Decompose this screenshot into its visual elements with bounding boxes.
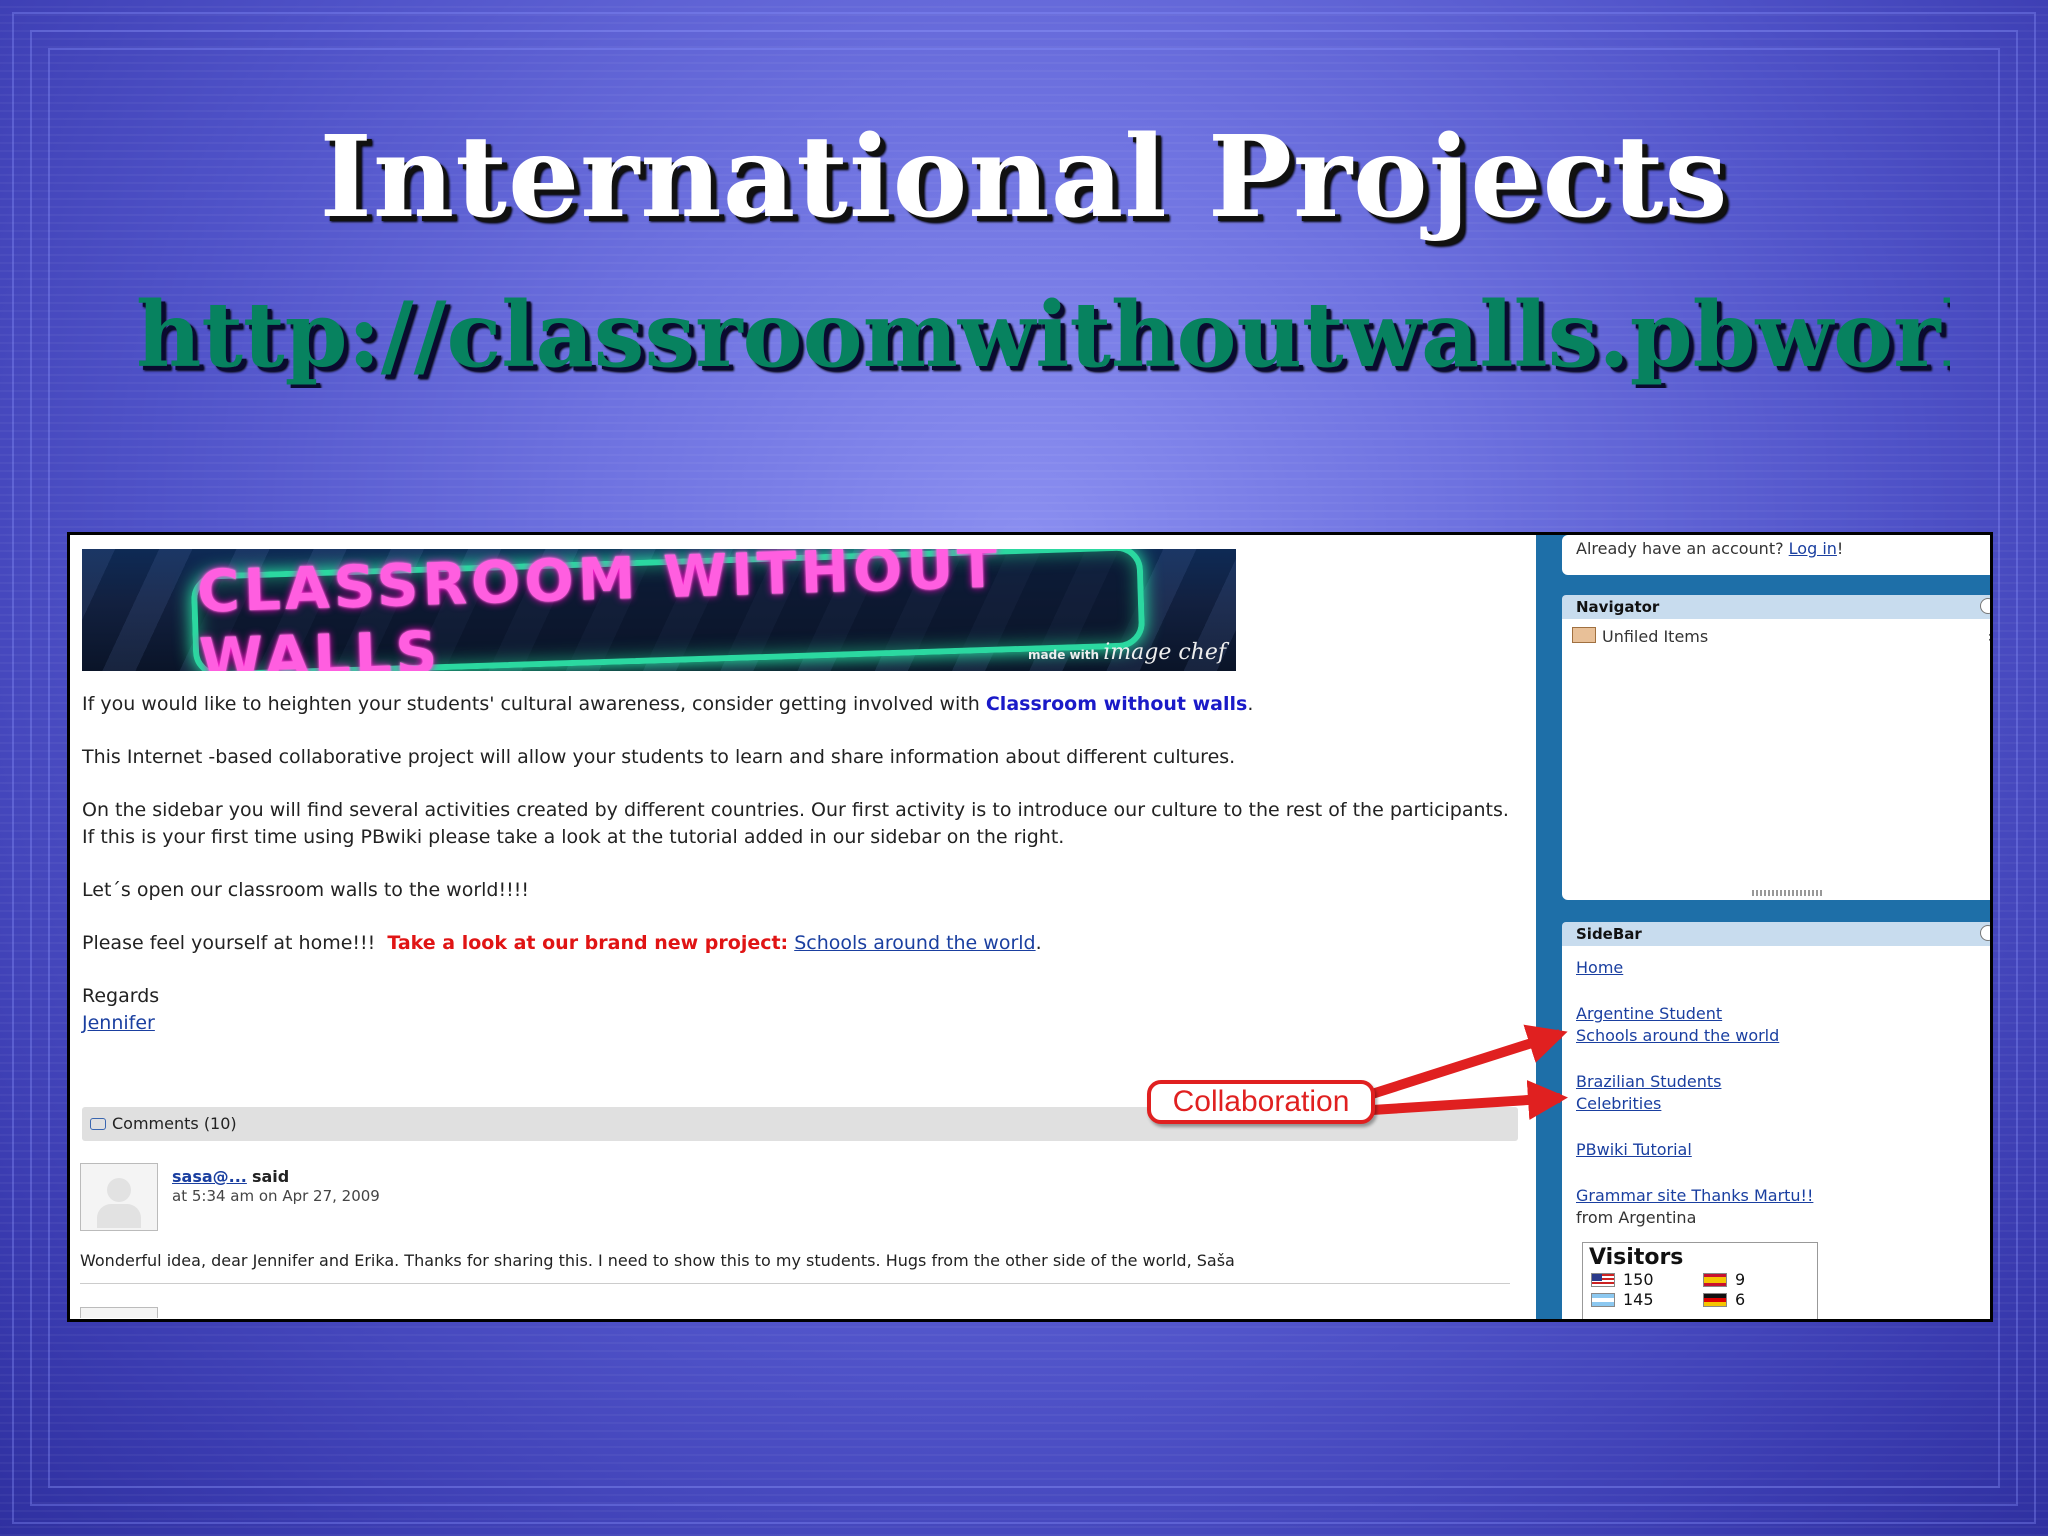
navigator-header: Navigator — [1562, 595, 1990, 619]
argentina-flag-icon — [1591, 1293, 1615, 1307]
schools-around-world-link[interactable]: Schools around the world — [794, 932, 1035, 954]
jennifer-link[interactable]: Jennifer — [82, 1012, 155, 1034]
sidebar: Already have an account? Log in! Navigat… — [1536, 535, 1990, 1319]
sidebar-link-celebrities[interactable]: Celebrities — [1576, 1094, 1661, 1113]
chevron-right-icon[interactable]: › — [1988, 627, 1990, 646]
visitor-count-spain: 9 — [1735, 1270, 1746, 1289]
sidebar-link-schools-around-world[interactable]: Schools around the world — [1576, 1026, 1779, 1045]
comment-meta: sasa@... said at 5:34 am on Apr 27, 2009 — [172, 1167, 380, 1206]
activities-text: On the sidebar you will find several act… — [82, 799, 1509, 821]
visitors-title: Visitors — [1589, 1245, 1684, 1270]
banner-credit-prefix: made with — [1028, 648, 1100, 662]
project-paragraph: This Internet -based collaborative proje… — [82, 746, 1236, 768]
collapse-icon[interactable] — [1980, 598, 1990, 614]
comment-divider — [80, 1283, 1510, 1284]
visitors-widget: Visitors 150 145 9 6 — [1582, 1242, 1818, 1319]
page-content: If you would like to heighten your stude… — [82, 691, 1582, 1063]
login-link[interactable]: Log in — [1789, 539, 1837, 558]
sidebar-link-pbwiki-tutorial[interactable]: PBwiki Tutorial — [1576, 1140, 1692, 1159]
intro-paragraph: If you would like to heighten your stude… — [82, 691, 1582, 718]
tutorial-paragraph: If this is your first time using PBwiki … — [82, 826, 1065, 848]
collapse-icon[interactable] — [1980, 925, 1990, 941]
intro-text: If you would like to heighten your stude… — [82, 693, 986, 715]
website-screenshot: CLASSROOM WITHOUT WALLS made with image … — [67, 532, 1993, 1322]
navigator-title: Navigator — [1576, 598, 1660, 616]
sidebar-panel: SideBar Home Argentine Student Schools a… — [1562, 922, 1990, 1319]
banner-credit: made with image chef — [1028, 640, 1226, 665]
visitor-count-us: 150 — [1623, 1270, 1654, 1289]
home-end: . — [1035, 932, 1042, 954]
comment-said: said — [251, 1167, 290, 1186]
account-text: Already have an account? — [1576, 539, 1789, 558]
slide-title: International Projects — [319, 112, 1729, 243]
navigator-panel: Navigator Unfiled Items › — [1562, 595, 1990, 900]
account-panel: Already have an account? Log in! — [1562, 535, 1990, 575]
from-argentina-text: from Argentina — [1576, 1208, 1697, 1227]
sidebar-link-home[interactable]: Home — [1576, 958, 1623, 977]
sidebar-title: SideBar — [1576, 925, 1642, 943]
spain-flag-icon — [1703, 1273, 1727, 1287]
intro-end: . — [1247, 693, 1254, 715]
avatar — [80, 1163, 158, 1231]
avatar-head — [107, 1178, 131, 1202]
visitor-count-argentina: 145 — [1623, 1290, 1654, 1309]
signoff: Regards Jennifer — [82, 983, 1582, 1037]
comments-count: Comments (10) — [112, 1114, 237, 1133]
resize-handle[interactable] — [1752, 890, 1822, 896]
next-comment-avatar — [80, 1307, 158, 1318]
germany-flag-icon — [1703, 1293, 1727, 1307]
sidebar-header: SideBar — [1562, 922, 1990, 946]
home-text: Please feel yourself at home!!! — [82, 932, 388, 954]
us-flag-icon — [1591, 1273, 1615, 1287]
comment-text: Wonderful idea, dear Jennifer and Erika.… — [80, 1251, 1235, 1270]
banner-text: CLASSROOM WITHOUT WALLS — [196, 549, 1003, 671]
open-walls-paragraph: Let´s open our classroom walls to the wo… — [82, 879, 529, 901]
sidebar-link-grammar-site[interactable]: Grammar site Thanks Martu!! — [1576, 1186, 1813, 1205]
banner-credit-brand: image chef — [1103, 640, 1226, 665]
site-banner: CLASSROOM WITHOUT WALLS made with image … — [82, 549, 1236, 671]
login-end: ! — [1836, 539, 1844, 558]
comment-date: at 5:34 am on Apr 27, 2009 — [172, 1187, 380, 1205]
visitor-count-germany: 6 — [1735, 1290, 1746, 1309]
comment-author-link[interactable]: sasa@... — [172, 1167, 247, 1186]
home-paragraph: Please feel yourself at home!!! Take a l… — [82, 930, 1582, 957]
slide-url[interactable]: http://classroomwithoutwalls.pbworks.com — [136, 282, 1950, 388]
new-project-callout: Take a look at our brand new project: — [387, 932, 789, 954]
sidebar-link-argentine-student[interactable]: Argentine Student — [1576, 1004, 1722, 1023]
navigator-item-label: Unfiled Items — [1602, 627, 1709, 646]
collaboration-label: Collaboration — [1147, 1080, 1375, 1124]
navigator-item-unfiled[interactable]: Unfiled Items — [1562, 619, 1990, 654]
regards-text: Regards — [82, 985, 160, 1007]
banner-neon-sign: CLASSROOM WITHOUT WALLS — [190, 549, 1146, 671]
classroom-without-walls-link[interactable]: Classroom without walls — [986, 693, 1247, 715]
inbox-icon — [1572, 627, 1596, 643]
comment-bubble-icon — [90, 1118, 106, 1130]
sidebar-link-brazilian-students[interactable]: Brazilian Students — [1576, 1072, 1721, 1091]
avatar-body — [97, 1204, 141, 1228]
activities-paragraph: On the sidebar you will find several act… — [82, 797, 1582, 824]
